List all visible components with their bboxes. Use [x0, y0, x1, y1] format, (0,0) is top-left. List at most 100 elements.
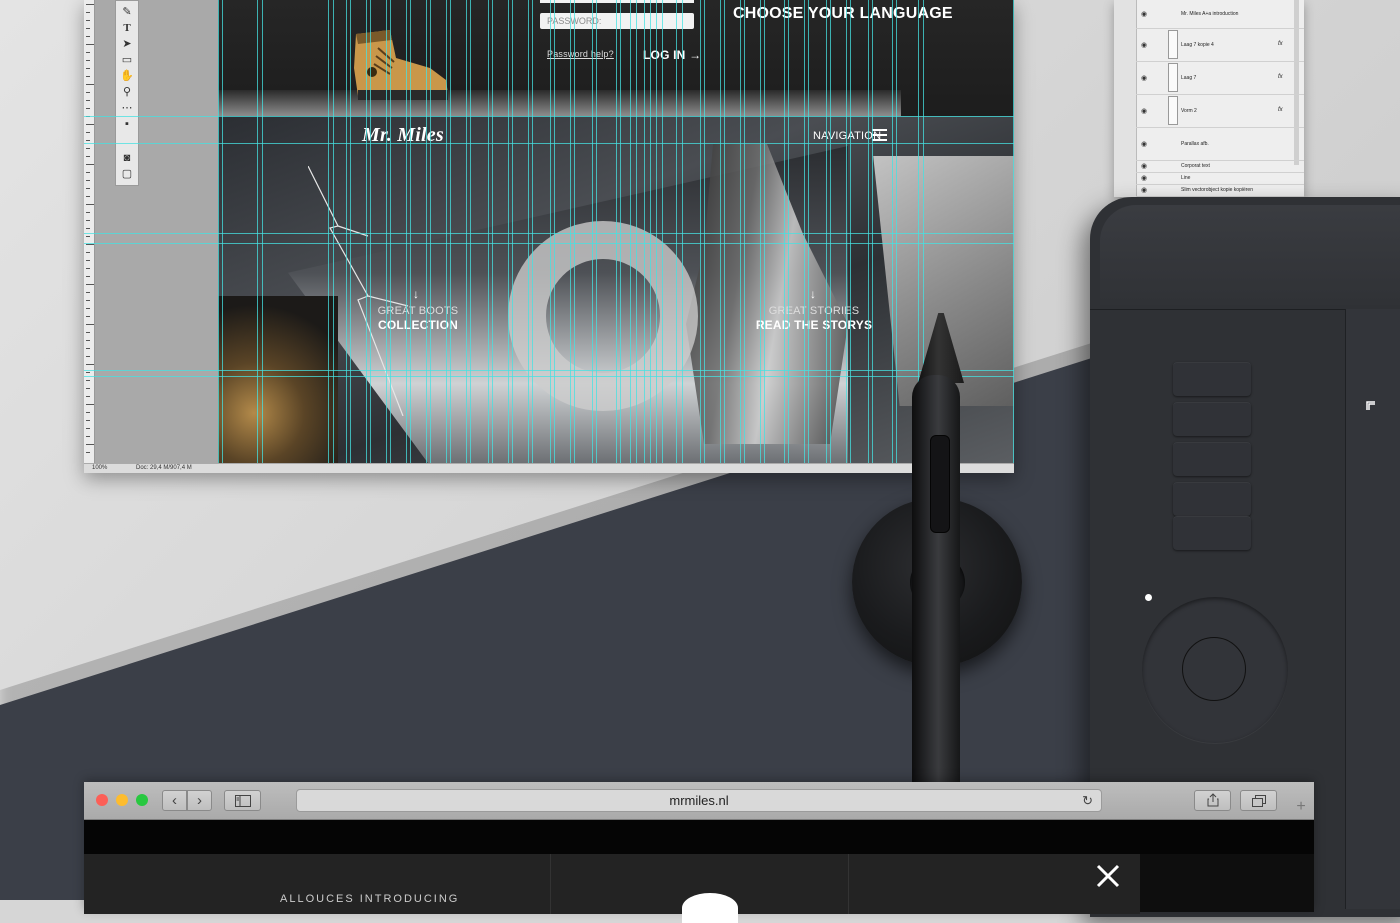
more-icon[interactable]: ⋯: [119, 101, 135, 115]
visibility-eye-icon[interactable]: ◉: [1141, 140, 1147, 148]
vertical-guide[interactable]: [630, 0, 631, 463]
visibility-eye-icon[interactable]: ◉: [1141, 162, 1147, 170]
horizontal-guide[interactable]: [84, 116, 1014, 117]
new-tab-button[interactable]: +: [1290, 796, 1312, 818]
vertical-guide[interactable]: [554, 0, 555, 463]
vertical-guide[interactable]: [826, 0, 827, 463]
vertical-guide[interactable]: [892, 0, 893, 463]
password-help-link[interactable]: Password help?: [547, 49, 614, 59]
horizontal-guide[interactable]: [84, 370, 1014, 371]
touch-ring-center-button[interactable]: [1182, 637, 1246, 701]
vertical-guide[interactable]: [700, 0, 701, 463]
quickmask-icon[interactable]: ◙: [119, 151, 135, 165]
login-button[interactable]: LOG IN →: [643, 48, 701, 62]
minimize-window-button[interactable]: [116, 794, 128, 806]
horizontal-guide[interactable]: [84, 233, 1014, 234]
vertical-guide[interactable]: [366, 0, 367, 463]
vertical-guide[interactable]: [896, 0, 897, 463]
vertical-guide[interactable]: [532, 0, 533, 463]
vertical-guide[interactable]: [804, 0, 805, 463]
username-field-edge[interactable]: [540, 0, 694, 3]
stories-link[interactable]: READ THE STORYS: [754, 318, 874, 332]
address-bar[interactable]: mrmiles.nl ↻: [296, 789, 1102, 812]
vertical-guide[interactable]: [830, 0, 831, 463]
colors-icon[interactable]: ▪: [119, 117, 135, 131]
sidebar-toggle-button[interactable]: [224, 790, 261, 811]
layer-row[interactable]: ◉ Parallax afb.: [1136, 127, 1304, 161]
visibility-eye-icon[interactable]: ◉: [1141, 186, 1147, 194]
vertical-guide[interactable]: [596, 0, 597, 463]
layer-effects-icon[interactable]: fx: [1278, 74, 1283, 80]
visibility-eye-icon[interactable]: ◉: [1141, 41, 1147, 49]
vertical-guide[interactable]: [550, 0, 551, 463]
layer-row[interactable]: ◉ Vorm 2 fx: [1136, 94, 1304, 128]
vertical-guide[interactable]: [528, 0, 529, 463]
express-key-4[interactable]: [1173, 482, 1251, 516]
hamburger-menu-icon[interactable]: [872, 129, 887, 141]
vertical-guide[interactable]: [1013, 0, 1014, 463]
vertical-guide[interactable]: [222, 0, 223, 463]
vertical-guide[interactable]: [488, 0, 489, 463]
pen-side-switch[interactable]: [930, 435, 950, 533]
vertical-guide[interactable]: [446, 0, 447, 463]
layer-row[interactable]: ◉ Mr. Miles A+a introduction: [1136, 0, 1304, 29]
vertical-guide[interactable]: [570, 0, 571, 463]
vertical-guide[interactable]: [740, 0, 741, 463]
vertical-guide[interactable]: [492, 0, 493, 463]
vertical-guide[interactable]: [386, 0, 387, 463]
vertical-guide[interactable]: [346, 0, 347, 463]
vertical-guide[interactable]: [350, 0, 351, 463]
vertical-guide[interactable]: [620, 0, 621, 463]
vertical-guide[interactable]: [390, 0, 391, 463]
vertical-guide[interactable]: [257, 0, 258, 463]
vertical-guide[interactable]: [704, 0, 705, 463]
vertical-guide[interactable]: [218, 0, 219, 463]
back-button[interactable]: ‹: [162, 790, 187, 811]
vertical-guide[interactable]: [370, 0, 371, 463]
horizontal-guide[interactable]: [84, 143, 1014, 144]
vertical-guide[interactable]: [868, 0, 869, 463]
visibility-eye-icon[interactable]: ◉: [1141, 107, 1147, 115]
vertical-guide[interactable]: [676, 0, 677, 463]
vertical-guide[interactable]: [410, 0, 411, 463]
layer-row[interactable]: ◉ Laag 7 kopie 4 fx: [1136, 28, 1304, 62]
zoom-icon[interactable]: ⚲: [119, 85, 135, 99]
vertical-guide[interactable]: [592, 0, 593, 463]
vertical-guide[interactable]: [636, 0, 637, 463]
visibility-eye-icon[interactable]: ◉: [1141, 174, 1147, 182]
vertical-guide[interactable]: [846, 0, 847, 463]
vertical-guide[interactable]: [682, 0, 683, 463]
vertical-guide[interactable]: [574, 0, 575, 463]
vertical-guide[interactable]: [406, 0, 407, 463]
share-button[interactable]: [1194, 790, 1231, 811]
hand-icon[interactable]: ✋: [119, 69, 135, 83]
zoom-window-button[interactable]: [136, 794, 148, 806]
vertical-guide[interactable]: [724, 0, 725, 463]
horizontal-guide[interactable]: [84, 376, 1014, 377]
vertical-guide[interactable]: [784, 0, 785, 463]
type-icon[interactable]: T: [119, 21, 135, 35]
visibility-eye-icon[interactable]: ◉: [1141, 74, 1147, 82]
visibility-eye-icon[interactable]: ◉: [1141, 10, 1147, 18]
forward-button[interactable]: ›: [187, 790, 212, 811]
layer-effects-icon[interactable]: fx: [1278, 107, 1283, 113]
boots-collection-link[interactable]: COLLECTION: [368, 318, 468, 332]
vertical-guide[interactable]: [508, 0, 509, 463]
express-key-1[interactable]: [1173, 362, 1251, 396]
layer-row[interactable]: ◉ Laag 7 fx: [1136, 61, 1304, 95]
path-select-icon[interactable]: ➤: [119, 37, 135, 51]
vertical-guide[interactable]: [262, 0, 263, 463]
screen-mode-icon[interactable]: ▢: [119, 167, 135, 181]
vertical-guide[interactable]: [512, 0, 513, 463]
vertical-guide[interactable]: [650, 0, 651, 463]
vertical-guide[interactable]: [808, 0, 809, 463]
layer-row[interactable]: ◉ Slim vectorobject kopie kopiëren: [1136, 184, 1304, 197]
pen-icon[interactable]: ✎: [119, 5, 135, 19]
vertical-guide[interactable]: [328, 0, 329, 463]
vertical-guide[interactable]: [850, 0, 851, 463]
vertical-guide[interactable]: [744, 0, 745, 463]
vertical-guide[interactable]: [788, 0, 789, 463]
vertical-guide[interactable]: [760, 0, 761, 463]
tablet-active-area[interactable]: [1345, 309, 1400, 909]
navigation-link[interactable]: NAVIGATION: [813, 130, 881, 142]
